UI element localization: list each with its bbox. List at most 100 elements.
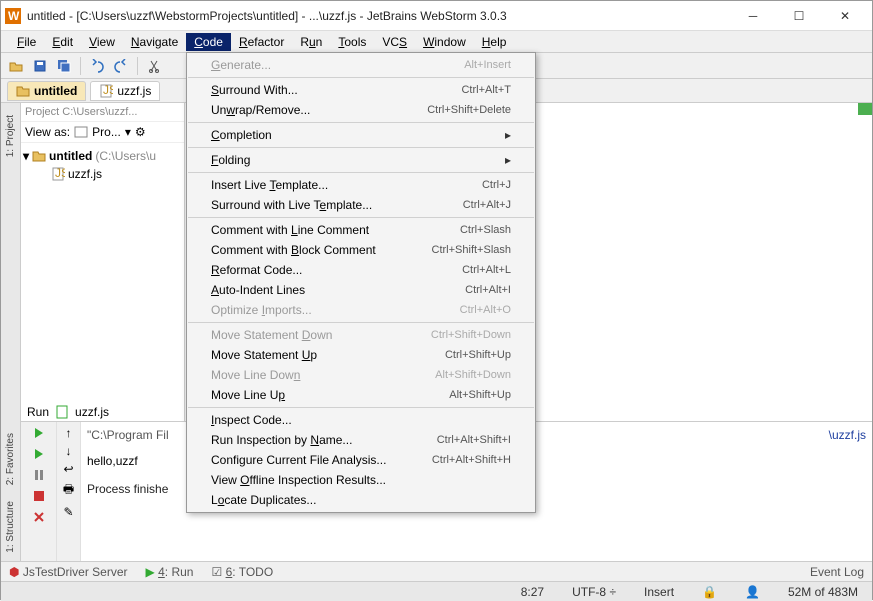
svg-text:JS: JS [103,84,113,97]
maximize-button[interactable]: ☐ [776,2,822,30]
menu-run[interactable]: Run [292,33,330,51]
redo-icon[interactable] [110,55,132,77]
rerun2-icon[interactable] [32,447,46,464]
code-menu-dropdown: Generate...Alt+Insert Surround With...Ct… [186,52,536,513]
menu-auto-indent[interactable]: Auto-Indent LinesCtrl+Alt+I [187,280,535,300]
js-file-icon [55,405,69,419]
menu-reformat-code[interactable]: Reformat Code...Ctrl+Alt+L [187,260,535,280]
menu-view-offline-results[interactable]: View Offline Inspection Results... [187,470,535,490]
menu-navigate[interactable]: Navigate [123,33,186,51]
inspection-indicator[interactable] [858,103,872,115]
cut-icon[interactable] [143,55,165,77]
menu-window[interactable]: Window [415,33,474,51]
menu-locate-duplicates[interactable]: Locate Duplicates... [187,490,535,510]
menu-inspect-code[interactable]: Inspect Code... [187,410,535,430]
root-label: untitled [49,149,92,163]
stop-icon[interactable] [32,489,46,506]
menu-edit[interactable]: Edit [44,33,81,51]
menubar: File Edit View Navigate Code Refactor Ru… [1,31,872,53]
breadcrumb-folder[interactable]: untitled [7,81,86,101]
gear-icon[interactable]: ⚙ [135,125,146,139]
menu-surround-live-template[interactable]: Surround with Live Template...Ctrl+Alt+J [187,195,535,215]
menu-folding[interactable]: Folding▸ [187,150,535,170]
menu-optimize-imports[interactable]: Optimize Imports...Ctrl+Alt+O [187,300,535,320]
tab-project[interactable]: 1: Project [3,107,18,165]
open-icon[interactable] [5,55,27,77]
menu-move-statement-up[interactable]: Move Statement UpCtrl+Shift+Up [187,345,535,365]
run-label: Run [27,405,49,419]
menu-unwrap[interactable]: Unwrap/Remove...Ctrl+Shift+Delete [187,100,535,120]
rerun-icon[interactable] [32,426,46,443]
breadcrumb-file[interactable]: JS uzzf.js [90,81,160,101]
collapse-icon[interactable]: ▾ [23,149,29,163]
menu-move-statement-down[interactable]: Move Statement DownCtrl+Shift+Down [187,325,535,345]
status-memory[interactable]: 52M of 483M [782,585,864,599]
menu-comment-line[interactable]: Comment with Line CommentCtrl+Slash [187,220,535,240]
toolwindow-bar: ⬢ JsTestDriver Server ▶ 4: Run ☑ 6: TODO… [1,561,872,581]
js-file-icon: JS [51,167,65,181]
tab-structure[interactable]: 1: Structure [3,493,18,561]
project-header: Project C:\Users\uzzf... [21,103,184,122]
left-tool-strip: 1: Project 2: Favorites 1: Structure [1,103,21,561]
down-icon[interactable]: ↓ [66,444,72,458]
pause-icon[interactable] [32,468,46,485]
menu-surround-with[interactable]: Surround With...Ctrl+Alt+T [187,80,535,100]
jstest-tab[interactable]: ⬢ JsTestDriver Server [9,565,128,579]
project-tree: ▾ untitled (C:\Users\u JS uzzf.js [21,143,184,187]
view-icon [74,125,88,139]
status-lock-icon[interactable]: 🔒 [696,585,723,599]
undo-icon[interactable] [86,55,108,77]
saveall-icon[interactable] [53,55,75,77]
tree-root[interactable]: ▾ untitled (C:\Users\u [23,147,182,165]
tree-file-label: uzzf.js [68,167,102,181]
menu-code[interactable]: Code [186,33,231,51]
run-toolbar-2: ↑ ↓ ↩ 🖶 ✎ [57,422,81,561]
clear-icon[interactable]: ✎ [63,505,73,519]
js-file-icon: JS [99,84,113,98]
close-button[interactable]: ✕ [822,2,868,30]
wrap-icon[interactable]: ↩ [63,462,73,476]
menu-sep [188,407,534,408]
menu-view[interactable]: View [81,33,123,51]
chevron-down-icon[interactable]: ▾ [125,125,131,139]
menu-refactor[interactable]: Refactor [231,33,292,51]
menu-move-line-up[interactable]: Move Line UpAlt+Shift+Up [187,385,535,405]
project-view-row: View as: Pro... ▾ ⚙ [21,122,184,143]
status-encoding[interactable]: UTF-8 ÷ [566,585,622,599]
svg-text:JS: JS [55,167,65,180]
menu-insert-live-template[interactable]: Insert Live Template...Ctrl+J [187,175,535,195]
up-icon[interactable]: ↑ [66,426,72,440]
toolbar-sep [137,57,138,75]
root-suffix: (C:\Users\u [95,149,156,163]
statusbar: 8:27 UTF-8 ÷ Insert 🔒 👤 52M of 483M [1,581,872,601]
menu-move-line-down[interactable]: Move Line DownAlt+Shift+Down [187,365,535,385]
menu-configure-analysis[interactable]: Configure Current File Analysis...Ctrl+A… [187,450,535,470]
print-icon[interactable]: 🖶 [63,480,74,501]
status-hector-icon[interactable]: 👤 [739,585,766,599]
menu-tools[interactable]: Tools [330,33,374,51]
menu-run-inspection[interactable]: Run Inspection by Name...Ctrl+Alt+Shift+… [187,430,535,450]
menu-help[interactable]: Help [474,33,515,51]
minimize-button[interactable]: ─ [730,2,776,30]
menu-generate[interactable]: Generate...Alt+Insert [187,55,535,75]
view-as-value[interactable]: Pro... [92,125,121,139]
todo-tab[interactable]: ☑ 6: TODO [211,565,273,579]
menu-sep [188,217,534,218]
close-icon[interactable] [32,510,46,527]
webstorm-icon: W [5,8,21,24]
menu-completion[interactable]: Completion▸ [187,125,535,145]
tab-favorites[interactable]: 2: Favorites [3,425,18,493]
run-tab[interactable]: ▶ 4: Run [146,565,194,579]
save-icon[interactable] [29,55,51,77]
menu-file[interactable]: File [9,33,44,51]
menu-sep [188,322,534,323]
tree-file[interactable]: JS uzzf.js [51,165,182,183]
toolbar-sep [80,57,81,75]
menu-sep [188,172,534,173]
folder-icon [32,149,46,163]
titlebar: W untitled - [C:\Users\uzzf\WebstormProj… [1,1,872,31]
status-insert[interactable]: Insert [638,585,680,599]
event-log[interactable]: Event Log [810,565,864,579]
menu-comment-block[interactable]: Comment with Block CommentCtrl+Shift+Sla… [187,240,535,260]
menu-vcs[interactable]: VCS [374,33,415,51]
